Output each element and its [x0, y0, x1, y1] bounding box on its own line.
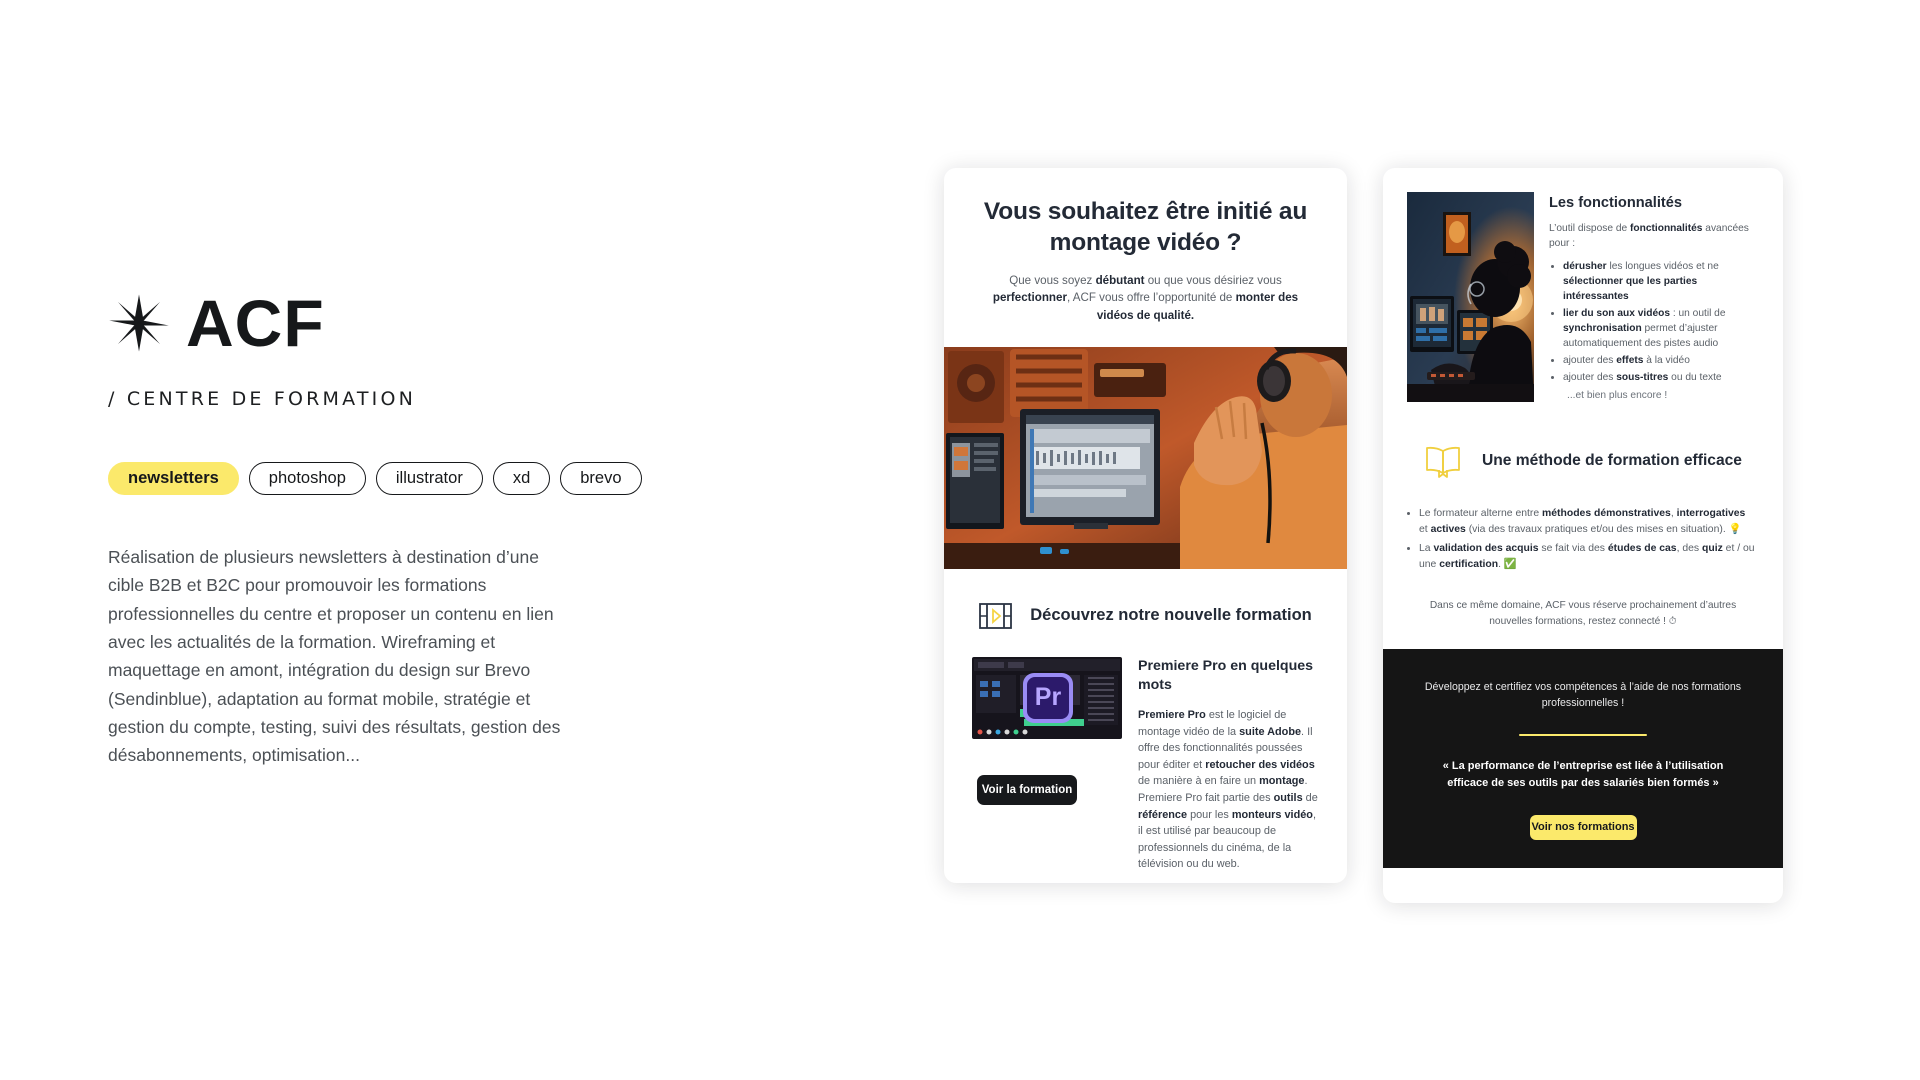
portfolio-project-page: ACF / CENTRE DE FORMATION newsletters pho…	[0, 0, 1920, 1080]
list-item: dérusher les longues vidéos et ne sélect…	[1563, 259, 1761, 304]
tag-illustrator[interactable]: illustrator	[375, 462, 483, 495]
newsletter-a-section-header: Découvrez notre nouvelle formation	[944, 569, 1347, 635]
features-more-text: ...et bien plus encore !	[1567, 390, 1668, 402]
newsletter-a-subtitle: Que vous soyez débutant ou que vous dési…	[992, 273, 1299, 322]
tag-photoshop[interactable]: photoshop	[248, 462, 366, 495]
tag-brevo[interactable]: brevo	[560, 462, 642, 495]
footer-divider	[1519, 733, 1647, 737]
promo-right-column: Premiere Pro en quelques mots Premiere P…	[1138, 657, 1323, 873]
brand-lockup: ACF	[108, 290, 688, 356]
brand-name: ACF	[186, 286, 325, 360]
newsletter-mockup-a: Vous souhaitez être initié au montage vi…	[944, 168, 1347, 883]
features-text: Les fonctionnalités L’outil dispose de f…	[1549, 192, 1761, 402]
list-item: ajouter des effets à la vidéo	[1563, 353, 1761, 368]
list-item: Le formateur alterne entre méthodes démo…	[1419, 506, 1755, 537]
method-list: Le formateur alterne entre méthodes démo…	[1419, 506, 1755, 572]
list-item: ajouter des sous-titres ou du texte	[1563, 370, 1761, 385]
pr-logo-text: Pr	[1035, 683, 1062, 711]
features-title: Les fonctionnalités	[1549, 195, 1682, 211]
footer-quote: « La performance de l’entreprise est lié…	[1442, 760, 1724, 790]
project-info-panel: ACF / CENTRE DE FORMATION newsletters pho…	[108, 290, 688, 770]
newsletter-b-outro: Dans ce même domaine, ACF vous réserve p…	[1429, 600, 1737, 627]
voir-la-formation-button[interactable]: Voir la formation	[977, 774, 1077, 805]
promo-body: Premiere Pro est le logiciel de montage …	[1138, 709, 1318, 871]
newsletter-a-header: Vous souhaitez être initié au montage vi…	[944, 168, 1347, 325]
newsletter-mockup-b: Les fonctionnalités L’outil dispose de f…	[1383, 168, 1783, 903]
features-block: Les fonctionnalités L’outil dispose de f…	[1383, 168, 1783, 402]
features-list: dérusher les longues vidéos et ne sélect…	[1563, 259, 1761, 386]
footer-lead-text: Développez et certifiez vos compétences …	[1424, 681, 1742, 710]
newsletter-a-section-title: Découvrez notre nouvelle formation	[1030, 606, 1312, 625]
feature-image-editor-silhouette	[1407, 192, 1534, 402]
newsletter-b-footer: Développez et certifiez vos compétences …	[1383, 649, 1783, 868]
newsletter-a-title: Vous souhaitez être initié au montage vi…	[983, 198, 1308, 257]
film-strip-play-icon	[979, 602, 1013, 629]
promo-left-column: Pr Voir la formation	[972, 656, 1122, 873]
list-item: lier du son aux vidéos : un outil de syn…	[1563, 306, 1761, 351]
tag-list: newsletters photoshop illustrator xd brevo	[108, 462, 688, 495]
tag-newsletters[interactable]: newsletters	[108, 462, 239, 495]
promo-title: Premiere Pro en quelques mots	[1138, 657, 1314, 693]
features-intro: L’outil dispose de fonctionnalités avanc…	[1549, 223, 1749, 250]
project-description: Réalisation de plusieurs newsletters à d…	[108, 547, 561, 766]
promo-block: Pr Voir la formation Premiere Pro en que…	[944, 635, 1347, 873]
tag-xd[interactable]: xd	[492, 462, 551, 495]
open-book-icon	[1426, 446, 1460, 478]
list-item: La validation des acquis se fait via des…	[1419, 541, 1755, 572]
hero-image-video-editor	[944, 346, 1347, 569]
asterisk-star-icon	[109, 294, 169, 352]
method-section-header: Une méthode de formation efficace	[1383, 402, 1783, 478]
brand-subtitle: / CENTRE DE FORMATION	[108, 388, 417, 410]
method-title: Une méthode de formation efficace	[1482, 452, 1742, 469]
premiere-pro-thumbnail: Pr	[972, 656, 1122, 739]
voir-nos-formations-button[interactable]: Voir nos formations	[1529, 814, 1637, 840]
